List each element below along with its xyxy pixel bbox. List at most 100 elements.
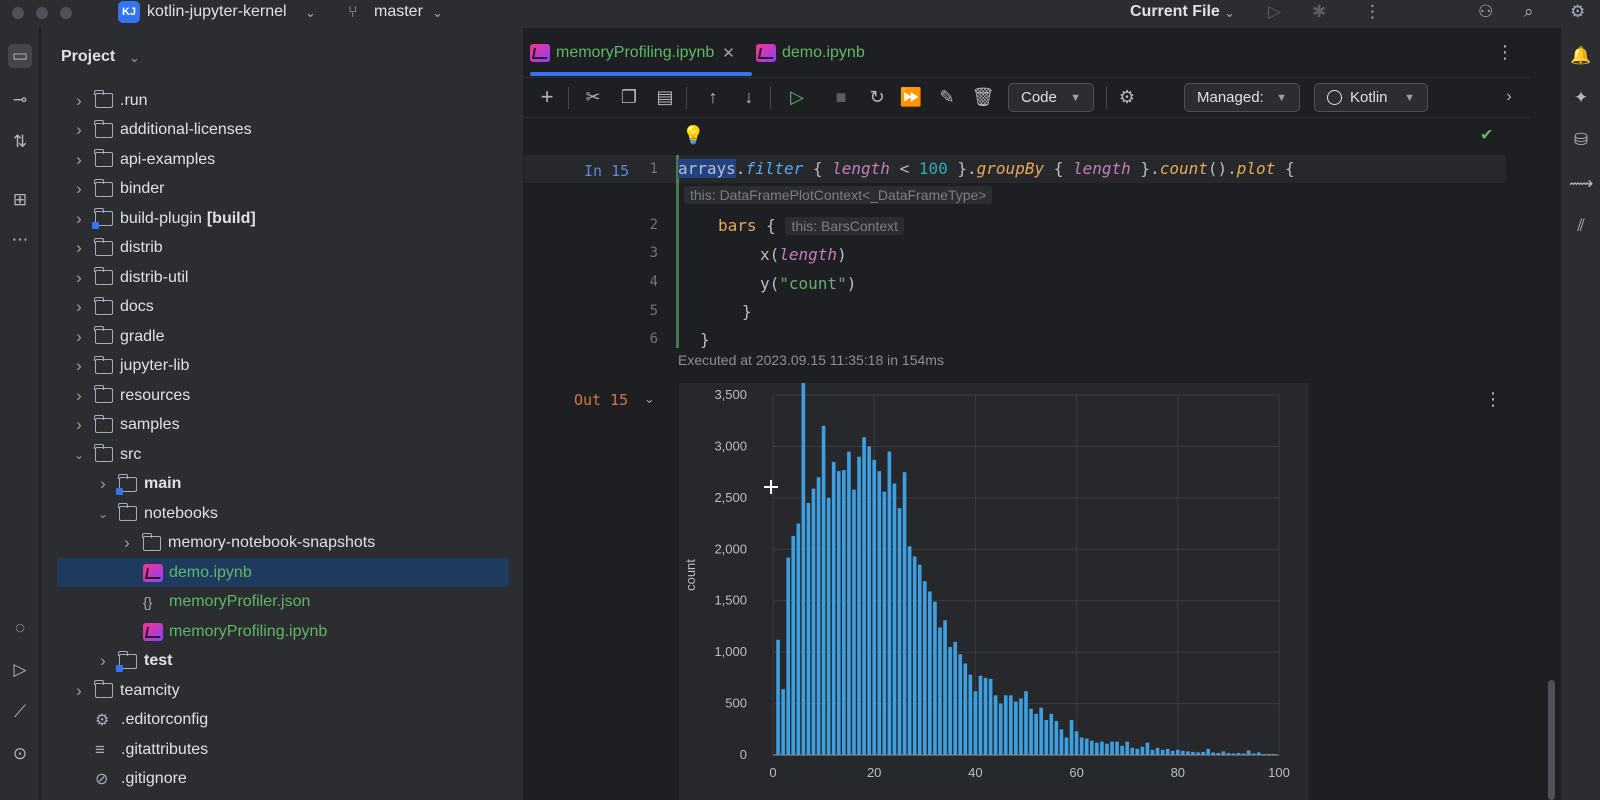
- search-icon[interactable]: ⌕: [1524, 2, 1534, 22]
- tree-item[interactable]: › test: [95, 647, 172, 676]
- notifications-icon[interactable]: 🔔: [1569, 46, 1593, 66]
- structure-icon[interactable]: ⊞: [8, 188, 32, 212]
- tree-item[interactable]: memoryProfiling.ipynb: [119, 617, 327, 646]
- database-icon[interactable]: ⛁: [1569, 130, 1593, 150]
- lightbulb-icon[interactable]: 💡: [682, 125, 704, 146]
- tree-item[interactable]: › samples: [71, 411, 180, 440]
- chevron-right-icon[interactable]: ›: [71, 297, 87, 317]
- clear-outputs-icon[interactable]: ✎: [934, 84, 960, 110]
- tree-item[interactable]: ⚙ .editorconfig: [71, 706, 208, 735]
- branch-name[interactable]: master: [374, 3, 423, 21]
- tree-item[interactable]: › main: [95, 470, 181, 499]
- chevron-down-icon[interactable]: ⌄: [305, 5, 316, 21]
- tab-demo[interactable]: demo.ipynb: [756, 40, 865, 66]
- commit-icon[interactable]: ⊸: [8, 88, 32, 112]
- chevron-down-icon[interactable]: ⌄: [1224, 5, 1235, 21]
- services-icon[interactable]: ◌: [8, 616, 32, 640]
- more-tools-icon[interactable]: ⋯: [8, 228, 32, 252]
- problems-icon[interactable]: ⊙: [8, 742, 32, 766]
- code-line-5[interactable]: }: [742, 302, 752, 321]
- settings-icon[interactable]: ⚙: [1114, 84, 1140, 110]
- close-icon[interactable]: ✕: [722, 44, 735, 62]
- add-cell-icon[interactable]: +: [534, 84, 560, 110]
- run-icon[interactable]: ▷: [1268, 2, 1281, 22]
- restart-kernel-icon[interactable]: ↻: [864, 84, 890, 110]
- run-tool-icon[interactable]: ▷: [8, 658, 32, 682]
- pull-requests-icon[interactable]: ⇅: [8, 130, 32, 154]
- bar-chart-output[interactable]: 0 500 1,000 1,500 2,000 2,500 3,000 3,500 0 20 40 6…: [679, 382, 1309, 800]
- chevron-right-icon[interactable]: ›: [71, 179, 87, 199]
- chevron-right-icon[interactable]: ›: [95, 651, 111, 671]
- project-name[interactable]: kotlin-jupyter-kernel: [147, 3, 287, 21]
- tree-item[interactable]: › binder: [71, 175, 164, 204]
- code-line-4[interactable]: y("count"): [760, 274, 856, 293]
- tree-item[interactable]: ⌄ src: [71, 440, 141, 469]
- tree-item[interactable]: › jupyter-lib: [71, 352, 189, 381]
- chart-icon[interactable]: ⫽: [1569, 216, 1593, 236]
- tree-item[interactable]: › resources: [71, 381, 190, 410]
- code-line-6[interactable]: }: [700, 330, 710, 349]
- move-up-icon[interactable]: ↑: [700, 84, 726, 110]
- cut-icon[interactable]: ✂: [580, 84, 606, 110]
- chevron-down-icon[interactable]: ⌄: [95, 507, 111, 521]
- copy-icon[interactable]: ❐: [616, 84, 642, 110]
- tree-item[interactable]: › memory-notebook-snapshots: [119, 529, 375, 558]
- chevron-right-icon[interactable]: ›: [71, 356, 87, 376]
- tree-item[interactable]: ⌄ notebooks: [95, 499, 218, 528]
- chevron-right-icon[interactable]: ›: [71, 209, 87, 229]
- ai-assistant-icon[interactable]: ✦: [1569, 88, 1593, 108]
- add-user-icon[interactable]: ⚇: [1478, 2, 1493, 22]
- tree-item[interactable]: › api-examples: [71, 145, 215, 174]
- collapse-output-icon[interactable]: ⌄: [644, 391, 655, 407]
- editor-scrollbar[interactable]: [1548, 680, 1555, 800]
- paste-icon[interactable]: ▤: [652, 84, 678, 110]
- chevron-right-icon[interactable]: ›: [71, 238, 87, 258]
- tree-item[interactable]: › distrib: [71, 234, 163, 263]
- chevron-right-icon[interactable]: ›: [71, 91, 87, 111]
- minimize-window-icon[interactable]: [36, 7, 48, 19]
- more-vertical-icon[interactable]: ⋮: [1496, 42, 1514, 63]
- managed-server-select[interactable]: Managed: ▼: [1184, 83, 1300, 112]
- run-config-selector[interactable]: Current File: [1130, 3, 1220, 21]
- chevron-right-icon[interactable]: ›: [71, 327, 87, 347]
- tree-item[interactable]: › build-plugin [build]: [71, 204, 256, 233]
- close-window-icon[interactable]: [12, 7, 24, 19]
- tree-item[interactable]: › distrib-util: [71, 263, 188, 292]
- kernel-select[interactable]: Kotlin ▼: [1314, 83, 1428, 112]
- chevron-right-icon[interactable]: ›: [71, 268, 87, 288]
- jupyter-variables-icon[interactable]: ⟿: [1569, 174, 1593, 194]
- chevron-right-icon[interactable]: ›: [1496, 84, 1522, 110]
- chevron-right-icon[interactable]: ›: [95, 474, 111, 494]
- tree-item[interactable]: › additional-licenses: [71, 116, 252, 145]
- tree-item[interactable]: demo.ipynb: [57, 558, 509, 587]
- chevron-right-icon[interactable]: ›: [119, 533, 135, 553]
- chevron-right-icon[interactable]: ›: [71, 150, 87, 170]
- project-badge[interactable]: KJ: [118, 1, 140, 23]
- debug-icon[interactable]: ✱: [1312, 2, 1326, 22]
- tab-memory-profiling[interactable]: memoryProfiling.ipynb ✕: [530, 40, 735, 66]
- run-all-icon[interactable]: ⏩: [898, 84, 924, 110]
- branch-icon[interactable]: ⑂: [348, 4, 358, 22]
- tree-item[interactable]: ≡ .gitattributes: [71, 735, 208, 764]
- chevron-down-icon[interactable]: ⌄: [71, 448, 87, 462]
- tree-item[interactable]: › .run: [71, 86, 148, 115]
- stop-icon[interactable]: ■: [828, 84, 854, 110]
- output-menu-icon[interactable]: ⋮: [1484, 389, 1502, 410]
- tree-item[interactable]: › teamcity: [71, 676, 180, 705]
- chevron-down-icon[interactable]: ⌄: [432, 5, 443, 21]
- chevron-right-icon[interactable]: ›: [71, 681, 87, 701]
- gear-icon[interactable]: ⚙: [1570, 2, 1585, 22]
- tree-item[interactable]: ⊘ .gitignore: [71, 765, 187, 794]
- cell-type-select[interactable]: Code ▼: [1008, 83, 1094, 112]
- delete-cell-icon[interactable]: 🗑: [970, 84, 996, 110]
- run-cell-icon[interactable]: ▷: [784, 84, 810, 110]
- code-line-2[interactable]: bars { this: BarsContext: [718, 216, 905, 235]
- project-panel-title[interactable]: Project: [61, 48, 115, 66]
- zoom-window-icon[interactable]: [60, 7, 72, 19]
- chevron-right-icon[interactable]: ›: [71, 386, 87, 406]
- code-line-3[interactable]: x(length): [760, 245, 847, 264]
- code-line-1[interactable]: arrays.filter { length < 100 }.groupBy {…: [678, 159, 1295, 178]
- tree-item[interactable]: {} memoryProfiler.json: [119, 588, 310, 617]
- chevron-right-icon[interactable]: ›: [71, 120, 87, 140]
- move-down-icon[interactable]: ↓: [736, 84, 762, 110]
